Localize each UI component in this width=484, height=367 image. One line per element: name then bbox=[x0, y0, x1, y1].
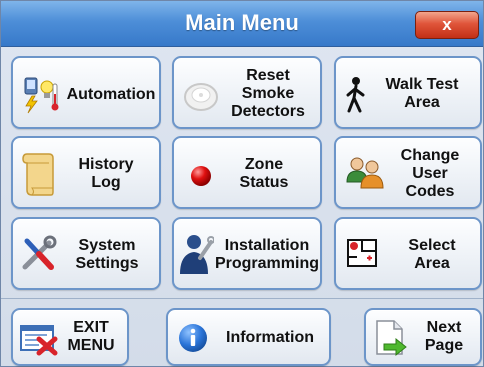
tools-icon bbox=[22, 235, 57, 270]
automation-label: Automation bbox=[66, 86, 156, 103]
exit-menu-label: EXIT MENU bbox=[67, 319, 115, 354]
smoke-detector-icon bbox=[184, 83, 218, 111]
select-area-button[interactable]: Select Area bbox=[334, 217, 482, 290]
walk-test-area-button[interactable]: Walk Test Area bbox=[334, 56, 482, 129]
area-map-icon bbox=[347, 239, 377, 267]
reset-smoke-detectors-label: Reset Smoke Detectors bbox=[231, 67, 305, 120]
walking-person-icon bbox=[346, 77, 365, 113]
info-icon bbox=[179, 324, 207, 352]
installation-programming-label: Installation Programming bbox=[214, 237, 319, 272]
title-bar: Main Menu x bbox=[1, 1, 483, 47]
history-log-label: History Log bbox=[78, 156, 134, 191]
information-label: Information bbox=[226, 329, 314, 346]
zone-status-label: Zone Status bbox=[239, 156, 289, 191]
information-button[interactable]: Information bbox=[166, 308, 331, 366]
main-menu-window: Main Menu x Automation Reset Smoke Detec… bbox=[0, 0, 484, 367]
installer-person-icon bbox=[180, 235, 214, 274]
next-page-button[interactable]: Next Page bbox=[364, 308, 482, 366]
exit-menu-icon bbox=[20, 325, 58, 356]
automation-icon bbox=[24, 77, 59, 114]
select-area-label: Select Area bbox=[408, 237, 456, 272]
automation-button[interactable]: Automation bbox=[11, 56, 161, 129]
zone-status-button[interactable]: Zone Status bbox=[172, 136, 322, 209]
change-user-codes-label: Change User Codes bbox=[400, 147, 460, 200]
users-icon bbox=[346, 157, 384, 189]
window-title: Main Menu bbox=[185, 10, 299, 35]
close-button[interactable]: x bbox=[415, 11, 479, 39]
red-status-light-icon bbox=[191, 166, 211, 186]
exit-menu-button[interactable]: EXIT MENU bbox=[11, 308, 129, 366]
history-log-button[interactable]: History Log bbox=[11, 136, 161, 209]
walk-test-area-label: Walk Test Area bbox=[385, 76, 459, 111]
next-page-icon bbox=[376, 320, 407, 357]
next-page-label: Next Page bbox=[424, 319, 464, 354]
system-settings-button[interactable]: System Settings bbox=[11, 217, 161, 290]
system-settings-label: System Settings bbox=[75, 237, 139, 272]
footer-separator bbox=[1, 298, 483, 299]
change-user-codes-button[interactable]: Change User Codes bbox=[334, 136, 482, 209]
installation-programming-button[interactable]: Installation Programming bbox=[172, 217, 322, 290]
scroll-icon bbox=[22, 153, 54, 196]
reset-smoke-detectors-button[interactable]: Reset Smoke Detectors bbox=[172, 56, 322, 129]
